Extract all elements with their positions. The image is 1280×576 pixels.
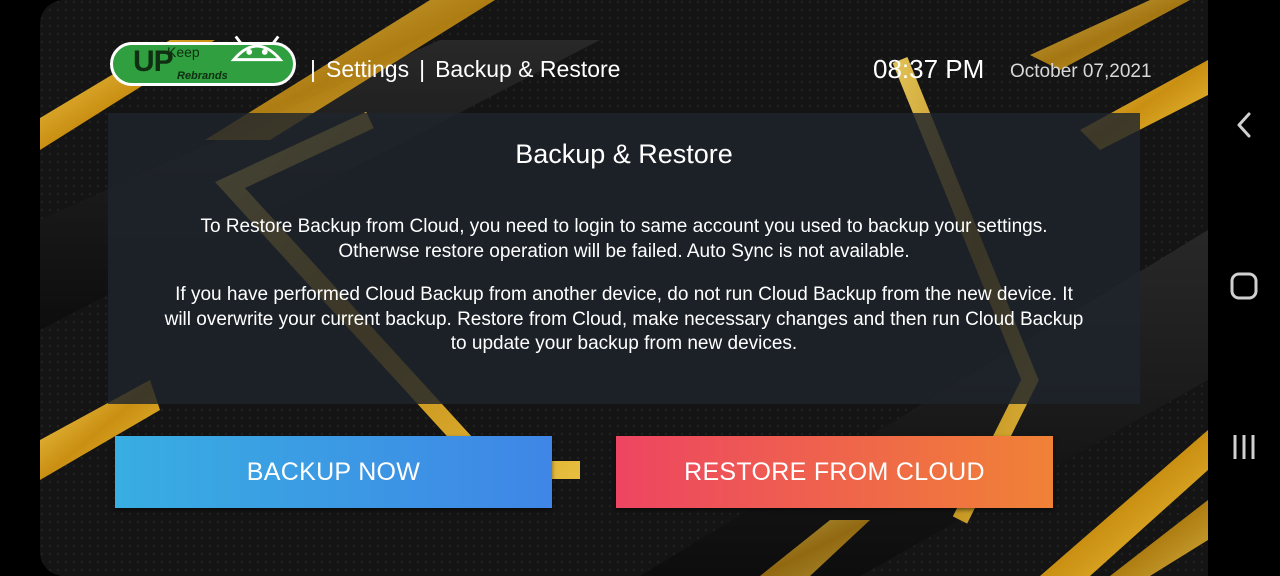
logo-big-text: UP [133,45,174,78]
instructions-line: To Restore Backup from Cloud, you need t… [200,216,1048,237]
backup-now-button[interactable]: BACKUP NOW [115,436,552,508]
instructions-paragraph-2: If you have performed Cloud Backup from … [108,283,1140,357]
instructions-paragraph-1: To Restore Backup from Cloud, you need t… [108,215,1140,264]
home-square-icon [1230,272,1258,300]
panel-title: Backup & Restore [515,139,733,169]
breadcrumb: | Settings | Backup & Restore [310,56,620,83]
clock-time: 08:37 PM [873,54,985,84]
android-navigation-bar [1208,0,1280,576]
breadcrumb-separator: | [310,56,316,82]
instructions-line: Otherwse restore operation will be faile… [338,240,910,262]
nav-recents-button[interactable] [1208,417,1280,477]
clock-date: October 07,2021 [1010,61,1152,82]
recents-bars-icon [1233,435,1255,459]
nav-home-button[interactable] [1208,256,1280,316]
breadcrumb-settings[interactable]: Settings [326,56,409,83]
instructions-line: If you have performed Cloud Backup from … [175,284,1073,305]
instructions-line: will overwrite your current backup. Rest… [164,308,1084,330]
instructions-line: to update your backup from new devices. [450,333,798,354]
nav-back-button[interactable] [1208,95,1280,155]
info-panel: Backup & Restore To Restore Backup from … [108,113,1140,404]
android-antenna-icon [230,35,284,62]
breadcrumb-separator: | [419,56,426,82]
logo-tagline: Rebrands [177,70,228,82]
breadcrumb-current-page: Backup & Restore [435,56,621,82]
restore-from-cloud-button[interactable]: RESTORE FROM CLOUD [616,436,1053,508]
chevron-left-icon [1237,112,1251,138]
